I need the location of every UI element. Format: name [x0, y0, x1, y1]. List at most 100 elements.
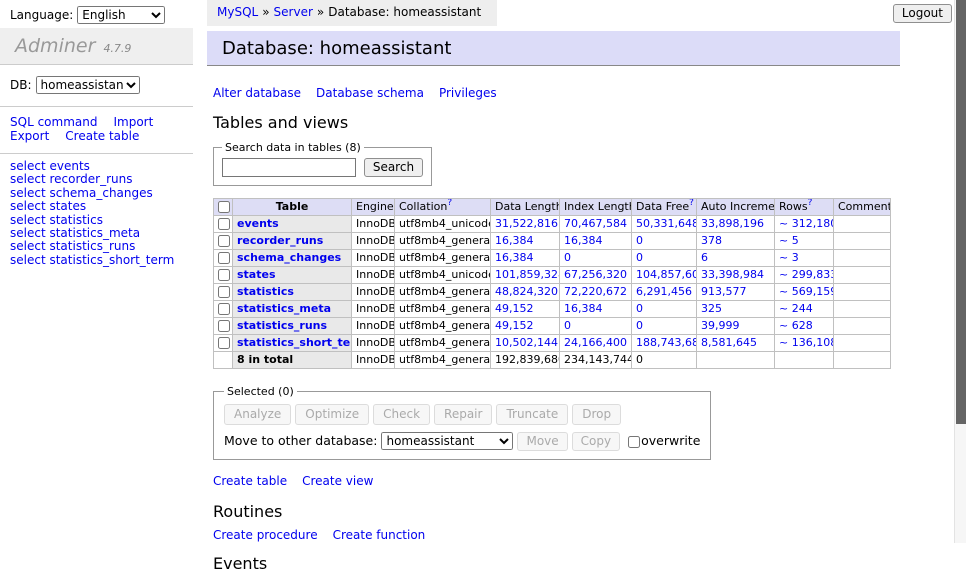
- truncate-button[interactable]: Truncate: [496, 404, 568, 425]
- table-name-link[interactable]: statistics: [237, 285, 294, 298]
- rows-count-link[interactable]: ~ 5: [779, 234, 799, 247]
- search-button[interactable]: Search: [364, 158, 423, 177]
- sidebar-table-link[interactable]: select statistics_runs: [10, 239, 135, 253]
- move-db-select[interactable]: homeassistant: [381, 432, 513, 450]
- scrollbar[interactable]: [954, 0, 966, 543]
- data-length-link[interactable]: 10,502,144: [495, 336, 558, 349]
- check-button[interactable]: Check: [373, 404, 430, 425]
- optimize-button[interactable]: Optimize: [295, 404, 369, 425]
- rows-count-link[interactable]: ~ 136,108: [779, 336, 834, 349]
- auto-increment-link[interactable]: 6: [701, 251, 708, 264]
- index-length-link[interactable]: 16,384: [564, 302, 603, 315]
- auto-increment-link[interactable]: 33,898,196: [701, 217, 764, 230]
- table-name-link[interactable]: states: [237, 268, 276, 281]
- auto-increment-link[interactable]: 33,398,984: [701, 268, 764, 281]
- create-function-link[interactable]: Create function: [333, 528, 426, 542]
- row-checkbox[interactable]: [218, 269, 230, 281]
- row-checkbox[interactable]: [218, 218, 230, 230]
- create-table-link[interactable]: Create table: [213, 474, 287, 488]
- data-length-link[interactable]: 101,859,328: [495, 268, 560, 281]
- list-item: select schema_changes: [10, 187, 193, 200]
- data-length-link[interactable]: 31,522,816: [495, 217, 558, 230]
- drop-button[interactable]: Drop: [572, 404, 621, 425]
- row-checkbox[interactable]: [218, 303, 230, 315]
- auto-increment-link[interactable]: 913,577: [701, 285, 747, 298]
- table-name-link[interactable]: statistics_short_term: [237, 336, 352, 349]
- auto-increment-link[interactable]: 325: [701, 302, 722, 315]
- breadcrumb-server-link[interactable]: Server: [274, 5, 313, 19]
- data-free-link[interactable]: 6,291,456: [636, 285, 692, 298]
- rows-count-link[interactable]: ~ 569,159: [779, 285, 834, 298]
- alter-database-link[interactable]: Alter database: [213, 86, 301, 100]
- sidebar-table-link[interactable]: select events: [10, 159, 90, 173]
- index-length-link[interactable]: 0: [564, 319, 571, 332]
- data-length-link[interactable]: 49,152: [495, 302, 534, 315]
- sidebar-link-export[interactable]: Export: [10, 129, 49, 143]
- language-select[interactable]: English: [77, 6, 165, 24]
- data-free-link[interactable]: 50,331,648: [636, 217, 697, 230]
- rows-count-link[interactable]: ~ 299,833: [779, 268, 834, 281]
- row-checkbox[interactable]: [218, 286, 230, 298]
- select-all-checkbox[interactable]: [218, 201, 230, 213]
- create-view-link[interactable]: Create view: [302, 474, 373, 488]
- data-free-link[interactable]: 104,857,600: [636, 268, 697, 281]
- column-help-link[interactable]: ?: [447, 199, 452, 209]
- rows-count-link[interactable]: ~ 312,180: [779, 217, 834, 230]
- index-length-link[interactable]: 67,256,320: [564, 268, 627, 281]
- data-free-link[interactable]: 0: [636, 302, 643, 315]
- database-schema-link[interactable]: Database schema: [316, 86, 424, 100]
- comment-cell: [834, 284, 891, 301]
- index-length-link[interactable]: 24,166,400: [564, 336, 627, 349]
- row-checkbox[interactable]: [218, 320, 230, 332]
- rows-count-link[interactable]: ~ 3: [779, 251, 799, 264]
- db-select[interactable]: homeassistant: [36, 76, 140, 94]
- index-length-link[interactable]: 70,467,584: [564, 217, 627, 230]
- row-checkbox[interactable]: [218, 337, 230, 349]
- data-length-link[interactable]: 16,384: [495, 251, 534, 264]
- data-length-link[interactable]: 48,824,320: [495, 285, 558, 298]
- auto-increment-link[interactable]: 8,581,645: [701, 336, 757, 349]
- rows-count-link[interactable]: ~ 628: [779, 319, 813, 332]
- sidebar-table-link[interactable]: select statistics_short_term: [10, 253, 174, 267]
- analyze-button[interactable]: Analyze: [224, 404, 291, 425]
- row-checkbox[interactable]: [218, 235, 230, 247]
- scrollbar-thumb[interactable]: [956, 0, 966, 424]
- auto-increment-cell: 8,581,645: [697, 335, 775, 352]
- sidebar-link-import[interactable]: Import: [113, 115, 153, 129]
- search-input[interactable]: [222, 158, 356, 177]
- index-length-link[interactable]: 0: [564, 251, 571, 264]
- table-name-link[interactable]: schema_changes: [237, 251, 341, 264]
- repair-button[interactable]: Repair: [434, 404, 492, 425]
- data-length-link[interactable]: 16,384: [495, 234, 534, 247]
- sidebar-link-create-table[interactable]: Create table: [65, 129, 139, 143]
- column-help-link[interactable]: ?: [808, 199, 813, 209]
- table-name-link[interactable]: recorder_runs: [237, 234, 323, 247]
- sidebar-table-link[interactable]: select states: [10, 199, 86, 213]
- sidebar-table-link[interactable]: select schema_changes: [10, 186, 153, 200]
- table-name-link[interactable]: statistics_meta: [237, 302, 331, 315]
- sidebar-table-link[interactable]: select statistics_meta: [10, 226, 140, 240]
- column-help-link[interactable]: ?: [689, 199, 694, 209]
- breadcrumb-mysql-link[interactable]: MySQL: [217, 5, 258, 19]
- copy-button[interactable]: Copy: [572, 432, 620, 451]
- privileges-link[interactable]: Privileges: [439, 86, 497, 100]
- auto-increment-link[interactable]: 378: [701, 234, 722, 247]
- move-button[interactable]: Move: [517, 432, 567, 451]
- data-free-link[interactable]: 188,743,680: [636, 336, 697, 349]
- sidebar-table-link[interactable]: select recorder_runs: [10, 172, 133, 186]
- row-checkbox[interactable]: [218, 252, 230, 264]
- create-procedure-link[interactable]: Create procedure: [213, 528, 318, 542]
- data-free-link[interactable]: 0: [636, 251, 643, 264]
- auto-increment-link[interactable]: 39,999: [701, 319, 740, 332]
- table-name-link[interactable]: events: [237, 217, 279, 230]
- data-free-link[interactable]: 0: [636, 234, 643, 247]
- data-length-link[interactable]: 49,152: [495, 319, 534, 332]
- table-name-link[interactable]: statistics_runs: [237, 319, 327, 332]
- rows-count-link[interactable]: ~ 244: [779, 302, 813, 315]
- sidebar-link-sql-command[interactable]: SQL command: [10, 115, 97, 129]
- data-free-link[interactable]: 0: [636, 319, 643, 332]
- index-length-link[interactable]: 16,384: [564, 234, 603, 247]
- index-length-link[interactable]: 72,220,672: [564, 285, 627, 298]
- overwrite-checkbox[interactable]: [628, 436, 640, 448]
- sidebar-table-link[interactable]: select statistics: [10, 213, 103, 227]
